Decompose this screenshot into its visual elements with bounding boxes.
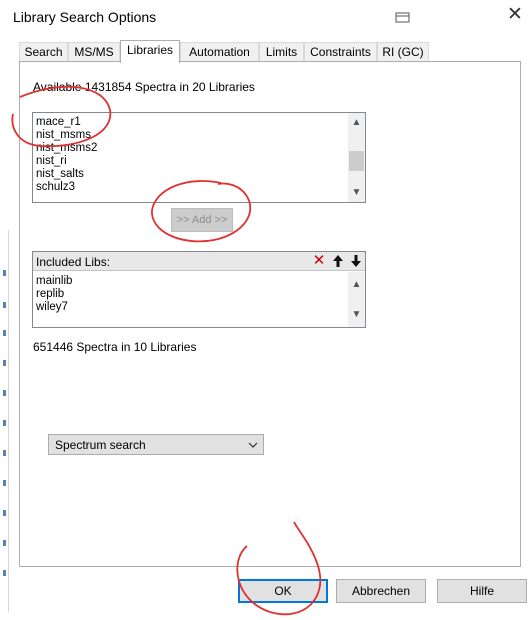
included-list-scrollbar[interactable]: ▲ ▼ xyxy=(348,272,365,327)
remove-library-icon[interactable]: ✕ xyxy=(311,252,327,270)
minimize-icon[interactable] xyxy=(393,7,413,27)
list-item[interactable]: nist_msms2 xyxy=(33,142,365,155)
included-libraries-list[interactable]: mainlib replib wiley7 ▲ ▼ xyxy=(33,272,365,327)
ok-button[interactable]: OK xyxy=(238,579,328,603)
tab-libraries[interactable]: Libraries xyxy=(120,40,180,63)
tab-limits[interactable]: Limits xyxy=(259,42,304,62)
background-window-strip xyxy=(0,230,9,612)
list-item[interactable]: nist_msms xyxy=(33,129,365,142)
included-spectra-summary: 651446 Spectra in 10 Libraries xyxy=(33,340,197,354)
scrollbar-thumb[interactable] xyxy=(349,151,364,171)
move-up-icon[interactable] xyxy=(330,252,346,270)
tab-msms[interactable]: MS/MS xyxy=(68,42,120,62)
scroll-up-icon[interactable]: ▲ xyxy=(348,276,365,293)
list-item[interactable]: schulz3 xyxy=(33,181,365,194)
search-type-value: Spectrum search xyxy=(55,438,146,452)
library-search-options-dialog: Library Search Options ✕ Search MS/MS Li… xyxy=(0,0,528,620)
included-libraries-header: Included Libs: ✕ xyxy=(33,252,365,271)
list-item[interactable]: mainlib xyxy=(33,275,365,288)
window-title: Library Search Options xyxy=(13,9,157,25)
add-library-button[interactable]: >> Add >> xyxy=(171,208,233,232)
scroll-up-icon[interactable]: ▲ xyxy=(348,114,365,131)
scroll-down-icon[interactable]: ▼ xyxy=(348,306,365,323)
move-down-icon[interactable] xyxy=(348,252,364,270)
close-icon[interactable]: ✕ xyxy=(502,3,528,29)
included-libraries-title: Included Libs: xyxy=(36,255,111,269)
available-spectra-label: Available 1431854 Spectra in 20 Librarie… xyxy=(33,80,255,94)
scroll-down-icon[interactable]: ▼ xyxy=(348,184,365,201)
cancel-button[interactable]: Abbrechen xyxy=(336,579,426,603)
list-item[interactable]: wiley7 xyxy=(33,301,365,314)
chevron-down-icon xyxy=(248,442,258,448)
tab-ri-gc[interactable]: RI (GC) xyxy=(377,42,429,62)
help-button[interactable]: Hilfe xyxy=(437,579,527,603)
list-item[interactable]: nist_salts xyxy=(33,168,365,181)
included-libraries-box: Included Libs: ✕ mainlib replib wiley7 ▲… xyxy=(32,251,366,328)
tab-search[interactable]: Search xyxy=(19,42,68,62)
list-item[interactable]: mace_r1 xyxy=(33,116,365,129)
list-item[interactable]: nist_ri xyxy=(33,155,365,168)
search-type-select[interactable]: Spectrum search xyxy=(48,434,264,455)
tab-automation[interactable]: Automation xyxy=(180,42,259,62)
tab-constraints[interactable]: Constraints xyxy=(304,42,377,62)
available-libraries-list[interactable]: mace_r1 nist_msms nist_msms2 nist_ri nis… xyxy=(32,112,366,203)
list-item[interactable]: replib xyxy=(33,288,365,301)
available-list-scrollbar[interactable]: ▲ ▼ xyxy=(348,113,365,202)
